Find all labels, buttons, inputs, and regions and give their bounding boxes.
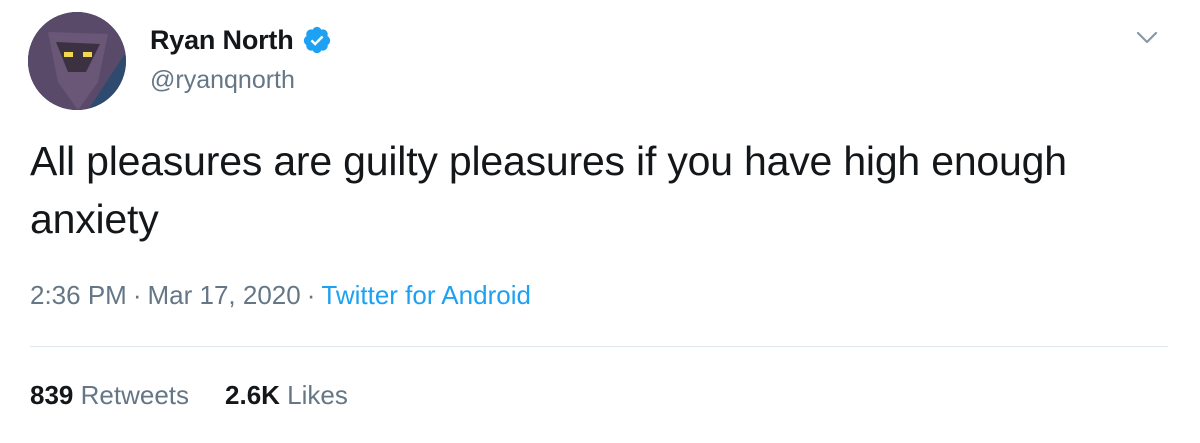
handle[interactable]: @ryanqnorth [150, 66, 332, 95]
retweets-stat[interactable]: 839 Retweets [30, 380, 189, 411]
display-name[interactable]: Ryan North [150, 25, 294, 56]
tweet-meta: 2:36 PM · Mar 17, 2020 · Twitter for Android [30, 280, 531, 311]
tweet-card: Ryan North @ryanqnorth All pleasures are… [0, 0, 1200, 443]
likes-stat[interactable]: 2.6K Likes [225, 380, 348, 411]
chevron-down-icon[interactable] [1132, 22, 1162, 52]
avatar[interactable] [28, 12, 126, 110]
tweet-source-link[interactable]: Twitter for Android [321, 280, 531, 310]
divider [30, 346, 1168, 347]
name-row: Ryan North [150, 24, 332, 56]
tweet-stats: 839 Retweets 2.6K Likes [30, 380, 348, 411]
tweet-text: All pleasures are guilty pleasures if yo… [30, 138, 1067, 242]
verified-badge-icon [302, 25, 332, 55]
retweets-count: 839 [30, 380, 74, 410]
likes-count: 2.6K [225, 380, 280, 410]
likes-label: Likes [287, 380, 348, 410]
meta-separator: · [306, 280, 316, 310]
meta-separator: · [132, 280, 142, 310]
avatar-image [28, 12, 126, 110]
author-info: Ryan North @ryanqnorth [150, 24, 332, 95]
tweet-date[interactable]: Mar 17, 2020 [148, 280, 301, 310]
retweets-label: Retweets [80, 380, 190, 410]
tweet-time[interactable]: 2:36 PM [30, 280, 127, 310]
